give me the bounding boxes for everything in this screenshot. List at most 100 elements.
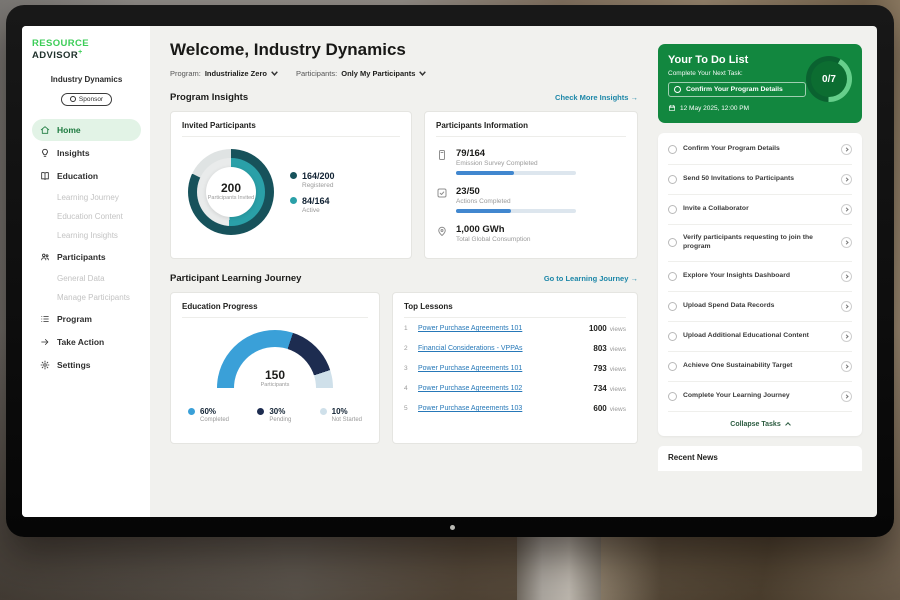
people-icon	[40, 252, 50, 262]
task-row[interactable]: Verify participants requesting to join t…	[668, 225, 852, 262]
top-lessons-card: Top Lessons 1 Power Purchase Agreements …	[392, 292, 638, 444]
progress-bar	[456, 209, 576, 213]
brand-primary: RESOURCE	[32, 38, 89, 49]
task-row[interactable]: Explore Your Insights Dashboard	[668, 262, 852, 292]
chevron-right-icon[interactable]	[841, 391, 852, 402]
list-icon	[40, 314, 50, 324]
stat-label: Emission Survey Completed	[456, 160, 576, 167]
go-to-learning-journey-link[interactable]: Go to Learning Journey →	[544, 274, 638, 283]
legend-value: 60%	[200, 407, 216, 416]
lesson-link[interactable]: Power Purchase Agreements 101	[418, 365, 583, 372]
due-date: 12 May 2025, 12:00 PM	[668, 104, 852, 112]
lesson-views: 803	[593, 344, 606, 353]
task-label: Confirm Your Program Details	[683, 145, 835, 154]
todo-header-card: Your To Do List Complete Your Next Task:…	[658, 44, 862, 123]
invited-participants-card: Invited Participants 200 Participants In…	[170, 111, 412, 259]
chevron-right-icon[interactable]	[841, 361, 852, 372]
task-label: Achieve One Sustainability Target	[683, 362, 835, 371]
chevron-down-icon[interactable]	[419, 71, 426, 76]
todo-progress-ring: 0/7	[806, 56, 852, 102]
sidebar-item-home[interactable]: Home	[32, 119, 141, 141]
program-filter-label: Program:	[170, 69, 201, 78]
lesson-views-label: views	[610, 406, 626, 413]
task-row[interactable]: Invite a Collaborator	[668, 195, 852, 225]
sidebar-item-education[interactable]: Education	[32, 165, 141, 187]
todo-progress-value: 0/7	[811, 61, 847, 97]
recent-news-header[interactable]: Recent News	[658, 446, 862, 471]
participants-information-card: Participants Information 79/164 Emission…	[424, 111, 638, 259]
task-row[interactable]: Confirm Your Program Details	[668, 135, 852, 165]
legend-value: 10%	[332, 407, 348, 416]
card-title: Top Lessons	[404, 302, 626, 318]
chevron-right-icon[interactable]	[841, 331, 852, 342]
background-photo: RESOURCE ADVISOR+ Industry Dynamics Spon…	[0, 0, 900, 600]
legend-label: Active	[302, 207, 335, 214]
sidebar-item-program[interactable]: Program	[32, 308, 141, 330]
participants-filter-value[interactable]: Only My Participants	[341, 69, 415, 78]
task-checkbox[interactable]	[668, 332, 677, 341]
lesson-views: 793	[593, 364, 606, 373]
task-checkbox[interactable]	[668, 392, 677, 401]
task-checkbox[interactable]	[668, 302, 677, 311]
lesson-link[interactable]: Power Purchase Agreements 101	[418, 325, 579, 332]
sidebar-item-learning-journey[interactable]: Learning Journey	[32, 188, 141, 207]
legend-item: 30% Pending	[257, 407, 291, 423]
legend-label: Registered	[302, 182, 335, 189]
link-label: Check More Insights	[555, 93, 628, 102]
sidebar-item-settings[interactable]: Settings	[32, 354, 141, 376]
monitor-stand	[517, 536, 601, 600]
chevron-right-icon[interactable]	[841, 301, 852, 312]
task-checkbox[interactable]	[668, 272, 677, 281]
sidebar-item-education-content[interactable]: Education Content	[32, 207, 141, 226]
task-row[interactable]: Complete Your Learning Journey	[668, 382, 852, 412]
lesson-link[interactable]: Financial Considerations - VPPAs	[418, 345, 583, 352]
legend-item: 60% Completed	[188, 407, 229, 423]
sidebar-item-learning-insights[interactable]: Learning Insights	[32, 226, 141, 245]
program-filter[interactable]: Program: Industrialize Zero	[170, 69, 278, 78]
participants-filter[interactable]: Participants: Only My Participants	[296, 69, 426, 78]
dashboard-screen: RESOURCE ADVISOR+ Industry Dynamics Spon…	[22, 26, 877, 517]
lightbulb-icon	[40, 148, 50, 158]
sidebar-item-label: Participants	[57, 252, 106, 262]
gauge-legend: 60% Completed 30% Pending 10% Not Starte…	[188, 400, 362, 430]
donut-center-value: 200	[207, 181, 255, 195]
sidebar-item-participants[interactable]: Participants	[32, 246, 141, 268]
chevron-up-icon	[785, 422, 791, 428]
task-checkbox[interactable]	[668, 175, 677, 184]
task-row[interactable]: Send 50 Invitations to Participants	[668, 165, 852, 195]
task-row[interactable]: Achieve One Sustainability Target	[668, 352, 852, 382]
chevron-right-icon[interactable]	[841, 271, 852, 282]
collapse-tasks-button[interactable]: Collapse Tasks	[668, 412, 852, 432]
stat-row: 79/164 Emission Survey Completed	[436, 148, 626, 175]
check-more-insights-link[interactable]: Check More Insights →	[555, 93, 638, 102]
chevron-right-icon[interactable]	[841, 237, 852, 248]
section-title: Participant Learning Journey	[170, 273, 301, 284]
program-filter-value[interactable]: Industrialize Zero	[205, 69, 267, 78]
task-checkbox[interactable]	[668, 362, 677, 371]
lesson-link[interactable]: Power Purchase Agreements 103	[418, 405, 583, 412]
chevron-right-icon[interactable]	[841, 204, 852, 215]
program-insights-header: Program Insights Check More Insights →	[170, 92, 638, 103]
sidebar-item-manage-participants[interactable]: Manage Participants	[32, 288, 141, 307]
due-date-label: 12 May 2025, 12:00 PM	[680, 105, 749, 112]
chevron-down-icon[interactable]	[271, 71, 278, 76]
task-row[interactable]: Upload Additional Educational Content	[668, 322, 852, 352]
next-task-button[interactable]: Confirm Your Program Details	[668, 82, 806, 97]
sidebar-item-general-data[interactable]: General Data	[32, 269, 141, 288]
lesson-views-label: views	[610, 366, 626, 373]
sidebar-item-take-action[interactable]: Take Action	[32, 331, 141, 353]
stat-value: 23/50	[456, 186, 576, 197]
task-label: Upload Additional Educational Content	[683, 332, 835, 341]
lesson-link[interactable]: Power Purchase Agreements 102	[418, 385, 583, 392]
clipboard-icon	[436, 149, 448, 161]
chevron-right-icon[interactable]	[841, 174, 852, 185]
progress-bar	[456, 171, 576, 175]
card-title: Participants Information	[436, 121, 626, 137]
task-row[interactable]: Upload Spend Data Records	[668, 292, 852, 322]
task-checkbox[interactable]	[668, 145, 677, 154]
chevron-right-icon[interactable]	[841, 144, 852, 155]
sponsor-badge: Sponsor	[61, 93, 112, 106]
task-checkbox[interactable]	[668, 205, 677, 214]
task-checkbox[interactable]	[668, 238, 677, 247]
sidebar-item-insights[interactable]: Insights	[32, 142, 141, 164]
